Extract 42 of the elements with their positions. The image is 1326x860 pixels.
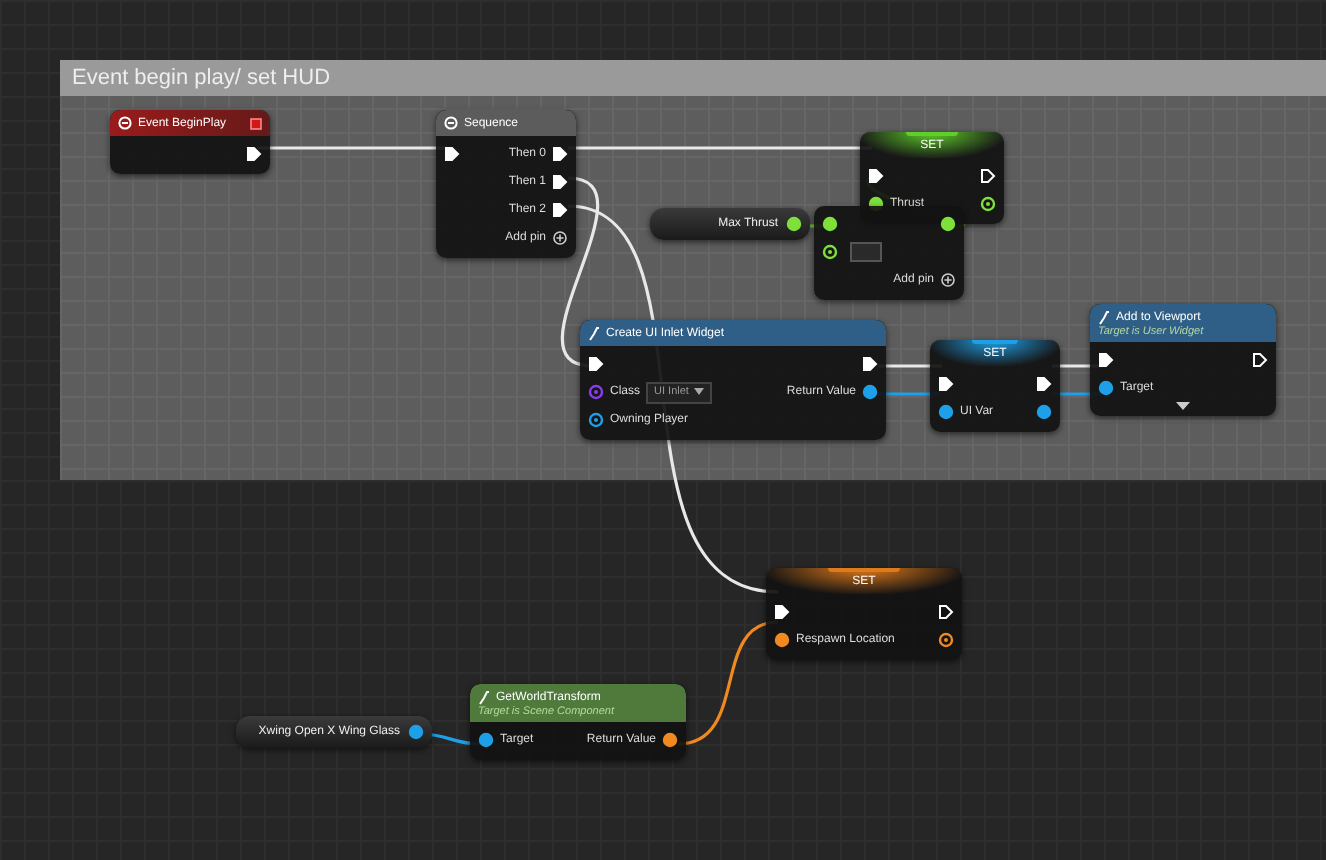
exec-pin-icon[interactable]: [1252, 352, 1268, 368]
data-pin-icon[interactable]: [862, 384, 878, 400]
data-pin-icon[interactable]: [1098, 380, 1114, 396]
expand-arrow-icon[interactable]: [1176, 402, 1190, 410]
exec-pin-icon[interactable]: [552, 146, 568, 162]
data-pin-icon[interactable]: [774, 632, 790, 648]
function-icon: [588, 325, 600, 341]
exec-pin-icon[interactable]: [862, 356, 878, 372]
delegate-icon: [250, 117, 262, 129]
exec-pin-icon[interactable]: [552, 202, 568, 218]
value-field[interactable]: [850, 242, 882, 262]
data-pin-icon[interactable]: [662, 732, 678, 748]
exec-pin-icon[interactable]: [980, 168, 996, 184]
plus-icon[interactable]: [552, 230, 568, 246]
data-pin-icon[interactable]: [408, 724, 424, 740]
exec-pin-icon[interactable]: [246, 146, 262, 162]
exec-pin-icon[interactable]: [552, 174, 568, 190]
data-pin-icon[interactable]: [1036, 404, 1052, 420]
data-pin-icon[interactable]: [822, 216, 838, 232]
exec-pin-icon[interactable]: [938, 604, 954, 620]
exec-pin-icon[interactable]: [444, 146, 460, 162]
function-icon: [1098, 309, 1110, 325]
exec-pin-icon[interactable]: [868, 168, 884, 184]
exec-pin-icon[interactable]: [1036, 376, 1052, 392]
data-pin-icon[interactable]: [938, 632, 954, 648]
caret-icon: [694, 388, 705, 396]
data-pin-icon[interactable]: [786, 216, 802, 232]
plus-icon[interactable]: [940, 272, 956, 288]
exec-pin-icon[interactable]: [774, 604, 790, 620]
data-pin-icon[interactable]: [938, 404, 954, 420]
function-icon: [478, 689, 490, 705]
event-icon: [444, 116, 458, 130]
data-pin-icon[interactable]: [822, 244, 838, 260]
exec-pin-icon[interactable]: [1098, 352, 1114, 368]
comment-title: Event begin play/ set HUD: [60, 60, 1326, 96]
exec-pin-icon[interactable]: [938, 376, 954, 392]
exec-pin-icon[interactable]: [588, 356, 604, 372]
data-pin-icon[interactable]: [980, 196, 996, 212]
data-pin-icon[interactable]: [588, 412, 604, 428]
data-pin-icon[interactable]: [940, 216, 956, 232]
data-pin-icon[interactable]: [478, 732, 494, 748]
event-icon: [118, 116, 132, 130]
